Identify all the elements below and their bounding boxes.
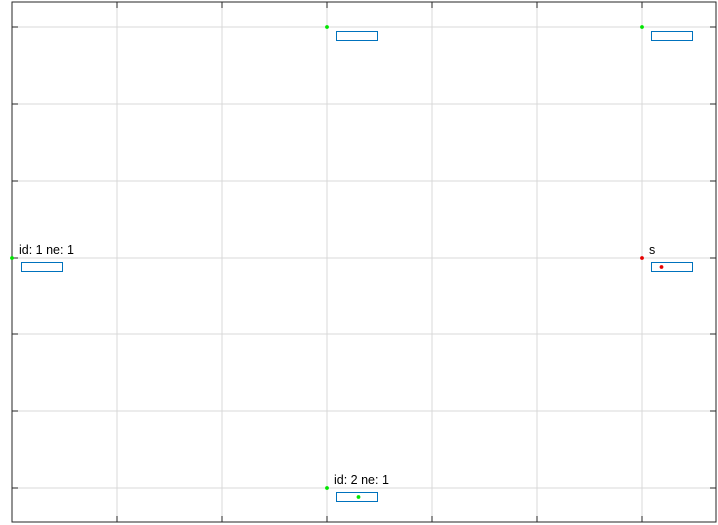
node-marker [640,25,644,29]
node-marker [10,256,14,260]
node-label: id: 2 ne: 1 [334,473,389,487]
node-label: id: 1 ne: 1 [19,243,74,257]
box-marker [356,495,361,499]
plot-background [0,0,718,525]
box-marker [659,265,664,269]
node-marker [640,256,644,260]
node-marker [325,25,329,29]
node-marker [325,486,329,490]
node-label: s [649,243,655,257]
plot-canvas: id: 1 ne: 1 s id: 2 ne: 1 [0,0,718,525]
